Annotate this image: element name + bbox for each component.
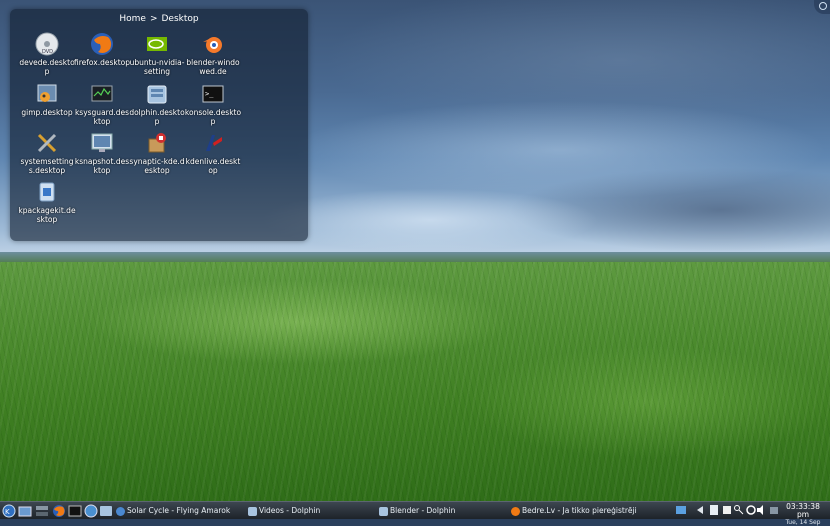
desktop-file-synaptic[interactable]: synaptic-kde.desktop	[128, 131, 186, 175]
folder-breadcrumb[interactable]: Home > Desktop	[10, 14, 308, 24]
desktop-file-label: systemsettings.desktop	[20, 157, 74, 175]
dvd-disc-icon: DVD	[35, 32, 59, 56]
amarok-icon	[116, 506, 125, 516]
desktop-file-label: dolphin.desktop	[129, 108, 185, 126]
terminal-icon: >_	[201, 82, 225, 106]
file-manager-launcher-icon[interactable]	[99, 504, 113, 518]
desktop-file-nvidia[interactable]: ubuntu-nvidia-setting	[128, 32, 186, 76]
breadcrumb-separator: >	[149, 14, 158, 24]
desktop-file-label: ksnapshot.desktop	[74, 157, 130, 175]
desktop-file-label: gimp.desktop	[21, 108, 73, 117]
desktop-file-label: ubuntu-nvidia-setting	[129, 58, 185, 76]
wallpaper-grass	[0, 262, 830, 502]
browser-launcher-icon[interactable]	[84, 504, 98, 518]
desktop-file-devede[interactable]: DVD devede.desktop	[18, 32, 76, 76]
breadcrumb-home[interactable]: Home	[119, 14, 146, 24]
blender-icon	[201, 32, 225, 56]
desktop-file-blender[interactable]: blender-windowed.de	[184, 32, 242, 76]
video-editor-icon	[201, 131, 225, 155]
desktop-file-firefox[interactable]: firefox.desktop	[73, 32, 131, 67]
notes-icon[interactable]	[722, 505, 732, 515]
clock-date: Tue, 14 Sep	[785, 519, 821, 526]
desktop-file-konsole[interactable]: >_ konsole.desktop	[184, 82, 242, 126]
task-label: Bedre.Lv - Ja tikko piereģistrējies, c	[522, 506, 637, 515]
desktop-file-kdenlive[interactable]: kdenlive.desktop	[184, 131, 242, 175]
system-monitor-icon	[90, 82, 114, 106]
screenshot-icon	[90, 131, 114, 155]
desktop-file-kpackagekit[interactable]: kpackagekit.desktop	[18, 180, 76, 224]
desktop-file-dolphin[interactable]: dolphin.desktop	[128, 82, 186, 126]
desktop-file-label: kdenlive.desktop	[185, 157, 241, 175]
nvidia-icon	[145, 32, 169, 56]
firefox-icon	[90, 32, 114, 56]
key-icon[interactable]	[734, 505, 744, 515]
task-videos-dolphin[interactable]: Videos - Dolphin	[248, 503, 373, 518]
task-firefox[interactable]: Bedre.Lv - Ja tikko piereģistrējies, c	[511, 503, 637, 518]
pager-icon[interactable]	[35, 504, 49, 518]
desktop-file-label: firefox.desktop	[74, 58, 130, 67]
task-label: Videos - Dolphin	[259, 506, 321, 515]
package-manager-icon	[145, 131, 169, 155]
clock-time: 03:33:38 pm	[786, 502, 820, 519]
desktop-file-label: konsole.desktop	[184, 108, 242, 126]
tools-icon	[35, 131, 59, 155]
taskbar-panel: K Solar Cycle - Flying Amarok Videos - D…	[0, 501, 830, 526]
update-icon[interactable]	[746, 505, 756, 515]
task-amarok[interactable]: Solar Cycle - Flying Amarok	[116, 503, 242, 518]
desktop-file-label: blender-windowed.de	[186, 58, 240, 76]
firefox-icon	[511, 506, 520, 516]
package-installer-icon	[35, 180, 59, 204]
desktop-file-label: synaptic-kde.desktop	[129, 157, 185, 175]
desktop-file-ksnapshot[interactable]: ksnapshot.desktop	[73, 131, 131, 175]
desktop-file-ksysguard[interactable]: ksysguard.desktop	[73, 82, 131, 126]
task-label: Blender - Dolphin	[390, 506, 456, 515]
svg-text:>_: >_	[205, 90, 214, 98]
task-label: Solar Cycle - Flying Amarok	[127, 506, 231, 515]
gimp-icon	[35, 82, 59, 106]
volume-icon[interactable]	[757, 505, 767, 515]
desktop-file-gimp[interactable]: gimp.desktop	[18, 82, 76, 117]
dolphin-icon	[379, 506, 388, 516]
digital-clock[interactable]: 03:33:38 pm Tue, 14 Sep	[780, 503, 826, 526]
dolphin-icon	[248, 506, 257, 516]
folder-view-widget: Home > Desktop DVD devede.desktop firefox.…	[10, 9, 308, 241]
breadcrumb-desktop[interactable]: Desktop	[162, 14, 199, 24]
task-blender-dolphin[interactable]: Blender - Dolphin	[379, 503, 505, 518]
desktop-file-label: kpackagekit.desktop	[18, 206, 76, 224]
desktop-file-label: ksysguard.desktop	[74, 108, 130, 126]
firefox-launcher-icon[interactable]	[52, 504, 66, 518]
show-desktop-icon[interactable]	[18, 504, 32, 518]
svg-text:DVD: DVD	[42, 49, 53, 55]
svg-text:K: K	[5, 508, 10, 516]
network-icon[interactable]	[769, 505, 779, 515]
arrow-left-icon[interactable]	[695, 505, 705, 515]
keyboard-layout-icon[interactable]	[676, 505, 686, 515]
clipboard-icon[interactable]	[709, 505, 719, 515]
kde-menu-icon[interactable]: K	[2, 504, 16, 518]
terminal-launcher-icon[interactable]	[68, 504, 82, 518]
desktop-file-label: devede.desktop	[19, 58, 75, 76]
desktop-file-systemsettings[interactable]: systemsettings.desktop	[18, 131, 76, 175]
file-manager-icon	[145, 82, 169, 106]
